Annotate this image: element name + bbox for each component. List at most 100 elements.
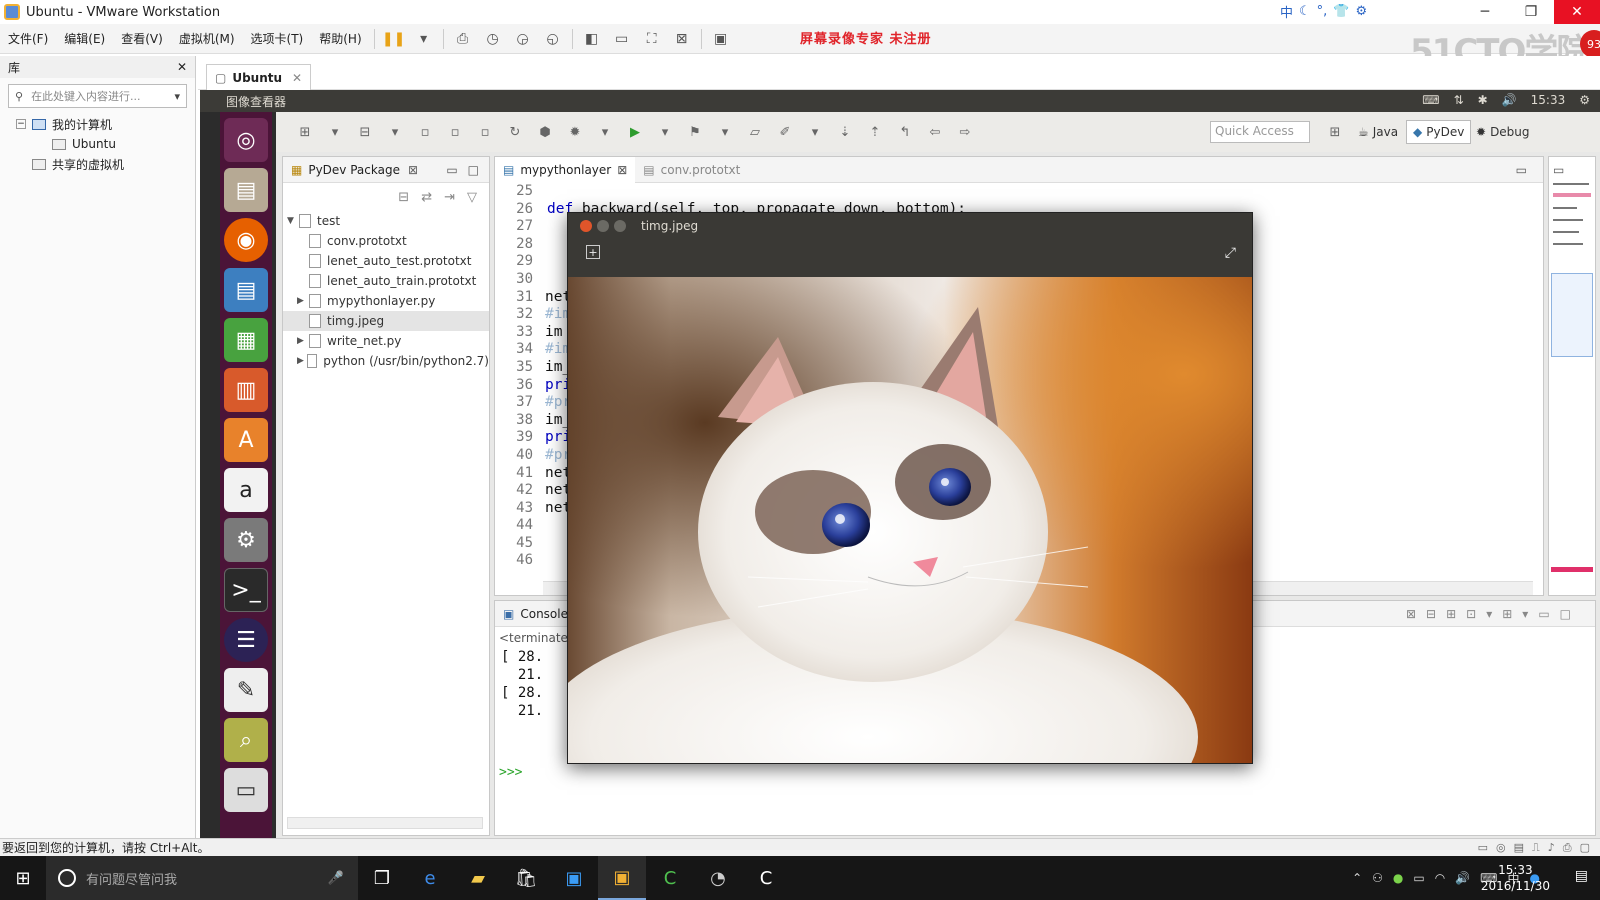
writer-icon[interactable]: ▤ bbox=[224, 268, 268, 312]
terminal-icon[interactable]: >_ bbox=[224, 568, 268, 612]
dropdown-arrow-icon[interactable]: ▾ bbox=[714, 122, 736, 142]
ime-skin-icon[interactable]: 👕 bbox=[1333, 4, 1349, 19]
sound-icon[interactable]: ♪ bbox=[1548, 841, 1555, 855]
view-menu-icon[interactable]: ▽ bbox=[467, 190, 477, 205]
tree-node[interactable]: timg.jpeg bbox=[283, 311, 489, 331]
vmware-taskbar-icon[interactable]: ▣ bbox=[598, 856, 646, 900]
firefox-icon[interactable]: ◉ bbox=[224, 218, 268, 262]
system-menu-icon[interactable]: ⚙ bbox=[1579, 93, 1590, 107]
back-icon[interactable]: ⇦ bbox=[924, 122, 946, 142]
tree-node[interactable]: ▶ mypythonlayer.py bbox=[283, 291, 489, 311]
console-toolbar-icons[interactable]: ⊠⊟⊞⊡▾⊞▾▭□ bbox=[1406, 607, 1581, 621]
thumbnail-bar-icon[interactable]: ▭ bbox=[609, 28, 635, 50]
open-folder-icon[interactable]: ▱ bbox=[744, 122, 766, 142]
prev-annotation-icon[interactable]: ⇡ bbox=[864, 122, 886, 142]
battery-icon[interactable]: ▭ bbox=[1413, 871, 1424, 885]
message-icon[interactable]: ▢ bbox=[1580, 841, 1590, 855]
menu-help[interactable]: 帮助(H) bbox=[311, 30, 369, 47]
windows-start-icon[interactable]: ⊞ bbox=[0, 856, 46, 900]
menu-edit[interactable]: 编辑(E) bbox=[56, 30, 113, 47]
usb-icon[interactable]: ⎍ bbox=[1532, 841, 1540, 855]
expand-arrow-icon[interactable]: ▶ bbox=[297, 296, 309, 306]
library-search-input[interactable]: ⚲ 在此处键入内容进行... ▾ bbox=[8, 84, 187, 108]
console-prompt[interactable]: >>> bbox=[499, 765, 522, 780]
maximize-icon[interactable]: □ bbox=[468, 163, 479, 177]
dropdown-arrow-icon[interactable]: ▾ bbox=[654, 122, 676, 142]
wifi-icon[interactable]: ◠ bbox=[1435, 871, 1445, 885]
tab-ubuntu[interactable]: ▢ Ubuntu ✕ bbox=[206, 64, 312, 90]
ime-settings-icon[interactable]: ⚙ bbox=[1356, 4, 1368, 19]
tab-mypythonlayer[interactable]: ▤ mypythonlayer ⊠ bbox=[495, 156, 636, 183]
expand-arrow-icon[interactable]: ▼ bbox=[287, 216, 299, 226]
print-icon[interactable]: ▫ bbox=[474, 122, 496, 142]
tree-node[interactable]: ▶ python (/usr/bin/python2.7) bbox=[283, 351, 489, 371]
close-icon[interactable]: ⊠ bbox=[408, 163, 418, 177]
show-library-icon[interactable]: ◧ bbox=[579, 28, 605, 50]
tree-node[interactable]: ▼ test bbox=[283, 211, 489, 231]
amazon-icon[interactable]: a bbox=[224, 468, 268, 512]
network-icon[interactable]: ⇅ bbox=[1454, 93, 1464, 107]
tab-conv-prototxt[interactable]: ▤ conv.prototxt bbox=[635, 157, 748, 183]
minimize-button[interactable]: ─ bbox=[1462, 0, 1508, 24]
snapshot-icon[interactable]: ◷ bbox=[480, 28, 506, 50]
link-editor-icon[interactable]: ⇄ bbox=[421, 190, 432, 205]
minimize-button[interactable] bbox=[597, 220, 609, 232]
fullscreen-icon[interactable]: ⤢ bbox=[1225, 245, 1236, 261]
network-adapter-icon[interactable]: ▤ bbox=[1514, 841, 1524, 855]
forward-icon[interactable]: ⇨ bbox=[954, 122, 976, 142]
recorder-icon[interactable]: ◔ bbox=[694, 856, 742, 900]
perspective-pydev[interactable]: ◆ PyDev bbox=[1406, 120, 1472, 144]
overview-viewport[interactable] bbox=[1551, 273, 1593, 357]
task-view-icon[interactable]: ❐ bbox=[358, 856, 406, 900]
tray-green-icon[interactable]: ● bbox=[1393, 871, 1403, 885]
settings-icon[interactable]: ⚙ bbox=[224, 518, 268, 562]
microphone-icon[interactable]: 🎤 bbox=[328, 871, 344, 886]
refresh-icon[interactable]: ↻ bbox=[504, 122, 526, 142]
snapshot-manager-icon[interactable]: ◵ bbox=[540, 28, 566, 50]
disk-icon[interactable]: ▭ bbox=[224, 768, 268, 812]
ime-chinese-icon[interactable]: 中 bbox=[1280, 2, 1293, 21]
revert-snapshot-icon[interactable]: ◶ bbox=[510, 28, 536, 50]
menu-file[interactable]: 文件(F) bbox=[0, 30, 56, 47]
hard-disk-icon[interactable]: ▭ bbox=[1478, 841, 1488, 855]
dropdown-arrow-icon[interactable]: ▾ bbox=[324, 122, 346, 142]
close-button[interactable]: ✕ bbox=[1554, 0, 1600, 24]
tree-node[interactable]: conv.prototxt bbox=[283, 231, 489, 251]
file-explorer-icon[interactable]: ▰ bbox=[454, 856, 502, 900]
next-annotation-icon[interactable]: ⇣ bbox=[834, 122, 856, 142]
printer-icon[interactable]: ⎙ bbox=[1563, 841, 1572, 855]
run-icon[interactable]: ▶ bbox=[624, 122, 646, 142]
expand-arrow-icon[interactable]: ▶ bbox=[297, 356, 307, 366]
action-center-icon[interactable]: ▤ bbox=[1575, 868, 1588, 884]
minimize-icon[interactable]: ▭ bbox=[1516, 163, 1527, 177]
bluetooth-icon[interactable]: ✱ bbox=[1478, 93, 1488, 107]
outline-overview[interactable]: ▭ bbox=[1548, 156, 1596, 596]
add-icon[interactable]: + bbox=[586, 245, 600, 259]
tree-item-my-computer[interactable]: − 我的计算机 bbox=[0, 114, 195, 134]
unity-icon[interactable]: ⊠ bbox=[669, 28, 695, 50]
dropdown-arrow-icon[interactable]: ▾ bbox=[411, 28, 437, 50]
quick-access-input[interactable]: Quick Access bbox=[1210, 121, 1310, 143]
perspective-debug[interactable]: ✹ Debug bbox=[1470, 120, 1536, 144]
open-perspective-icon[interactable]: ⊞ bbox=[1324, 122, 1346, 142]
close-icon[interactable]: ✕ bbox=[292, 71, 302, 85]
image-viewer-icon[interactable]: ⌕ bbox=[224, 718, 268, 762]
last-edit-icon[interactable]: ↰ bbox=[894, 122, 916, 142]
store-icon[interactable]: 🛍 bbox=[502, 856, 550, 900]
menu-tabs[interactable]: 选项卡(T) bbox=[243, 30, 312, 47]
tab-pydev-package[interactable]: ▦ PyDev Package ⊠ ▭ □ bbox=[283, 157, 489, 183]
tree-item-shared-vms[interactable]: 共享的虚拟机 bbox=[0, 154, 195, 174]
volume-icon[interactable]: 🔊 bbox=[1455, 871, 1470, 885]
filter-icon[interactable]: ⇥ bbox=[444, 190, 455, 205]
keyboard-indicator-icon[interactable]: ⌨ bbox=[1422, 93, 1439, 107]
search-tool-icon[interactable]: ✐ bbox=[774, 122, 796, 142]
dropdown-arrow-icon[interactable]: ▾ bbox=[804, 122, 826, 142]
new-icon[interactable]: ⊞ bbox=[294, 122, 316, 142]
screen-recorder-icon[interactable]: C bbox=[742, 856, 790, 900]
eclipse-icon[interactable]: ☰ bbox=[224, 618, 268, 662]
package-icon[interactable]: ⬢ bbox=[534, 122, 556, 142]
dropdown-arrow-icon[interactable]: ▾ bbox=[594, 122, 616, 142]
menu-vm[interactable]: 虚拟机(M) bbox=[171, 30, 243, 47]
guest-screen[interactable]: 图像查看器 ⌨ ⇅ ✱ 🔊 15:33 ⚙ ◎ ▤ ◉ ▤ ▦ ▥ A a ⚙ … bbox=[200, 90, 1600, 838]
save-icon[interactable]: ▫ bbox=[414, 122, 436, 142]
